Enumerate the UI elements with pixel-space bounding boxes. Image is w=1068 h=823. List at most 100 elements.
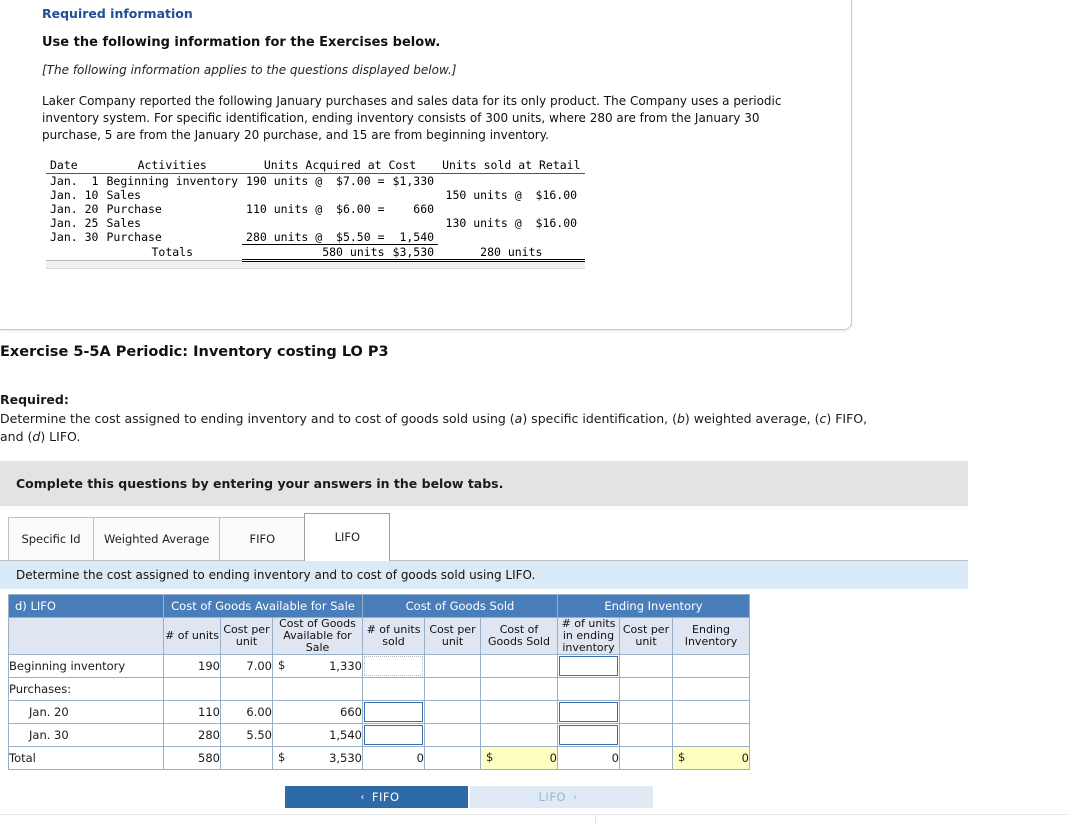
- cell-cogafs-total: $3,530: [272, 746, 363, 770]
- cell-cogs[interactable]: [480, 700, 558, 724]
- input-box[interactable]: [559, 702, 618, 722]
- cell-units-sold-total: 0: [362, 746, 425, 770]
- cell-ei-cost-per-unit[interactable]: [619, 700, 673, 724]
- input-box[interactable]: [364, 725, 423, 745]
- cell-cogafs: $1,330: [272, 654, 363, 678]
- next-lifo-label: LIFO: [538, 790, 566, 804]
- cell-cogs[interactable]: [480, 723, 558, 747]
- row-cost: 1,540: [388, 230, 439, 245]
- instruction-bar-text: Complete this questions by entering your…: [16, 476, 504, 491]
- cell-ei-total[interactable]: [672, 654, 750, 678]
- cell-cost-per-unit: 5.50: [220, 723, 273, 747]
- prev-fifo-label: FIFO: [371, 790, 400, 804]
- input-box[interactable]: [559, 725, 618, 745]
- sub-header-cogs: Cost of Goods Sold: [480, 617, 558, 655]
- row-acquired: 190 units @ $7.00 =: [246, 174, 385, 188]
- row-date: Jan. 10: [50, 188, 99, 202]
- cell-ei-total: [672, 677, 750, 701]
- input-ei-units-jan-20[interactable]: [557, 700, 620, 724]
- group-header-ending-inventory: Ending Inventory: [557, 594, 750, 618]
- table-row: Beginning inventory 190 7.00 $1,330: [8, 654, 750, 678]
- row-date: Jan. 25: [50, 216, 99, 230]
- cell-cogafs: 1,540: [272, 723, 363, 747]
- table-totals-row: Totals 580 units $3,530 280 units: [46, 244, 585, 262]
- input-ei-units-beginning[interactable]: [557, 654, 620, 678]
- table-row: Jan. 20 Purchase 110 units @ $6.00 = 660: [46, 202, 585, 216]
- required-text-part5: ) LIFO.: [40, 429, 81, 444]
- row-date: Jan. 20: [50, 202, 99, 216]
- cell-cogs[interactable]: [480, 654, 558, 678]
- required-text-part2: ) specific identification, (: [522, 411, 677, 426]
- cell-cogafs-total-value: 3,530: [329, 751, 362, 765]
- cell-cogs-cost-per-unit[interactable]: [424, 700, 481, 724]
- grid-corner-label: d) LIFO: [8, 594, 164, 618]
- tab-fifo-label: FIFO: [249, 532, 276, 546]
- cell-cogs-cost-per-unit: [424, 677, 481, 701]
- cell-ei-total[interactable]: [672, 700, 750, 724]
- chevron-left-icon: ‹: [360, 791, 365, 803]
- cell-ei-total-value: 0: [741, 751, 749, 765]
- input-units-sold-beginning[interactable]: [362, 654, 425, 678]
- sub-header-ei-total: Ending Inventory: [672, 617, 750, 655]
- prev-fifo-button[interactable]: ‹ FIFO: [285, 786, 468, 808]
- cell-cogs-cost-per-unit[interactable]: [424, 654, 481, 678]
- header-activities: Activities: [102, 158, 243, 174]
- table-row: Purchases:: [8, 677, 750, 701]
- table-row: Jan. 10 Sales 150 units @ $16.00: [46, 188, 585, 202]
- cell-units: 190: [163, 654, 221, 678]
- input-units-sold-jan-30[interactable]: [362, 723, 425, 747]
- row-label-beginning-inventory: Beginning inventory: [8, 654, 164, 678]
- row-cost: $3,530: [388, 244, 439, 262]
- tab-weighted-average-label: Weighted Average: [104, 532, 210, 546]
- input-box[interactable]: [364, 702, 423, 722]
- table-bottom-rule: [46, 260, 585, 269]
- row-activity: Purchase: [106, 202, 162, 216]
- row-cost: 660: [413, 202, 435, 216]
- cell-ei-cost-per-unit[interactable]: [619, 654, 673, 678]
- header-units-acquired: Units Acquired at Cost: [242, 158, 439, 174]
- cell-cogs: [480, 677, 558, 701]
- sub-header-units: # of units: [163, 617, 221, 655]
- table-row: Jan. 30 Purchase 280 units @ $5.50 = 1,5…: [46, 230, 585, 245]
- cell-cogs-total-value: 0: [549, 751, 557, 765]
- cell-units: 280: [163, 723, 221, 747]
- cell-cost-per-unit-total: [220, 746, 273, 770]
- cell-ei-units-total: 0: [557, 746, 620, 770]
- tab-lifo[interactable]: LIFO: [304, 513, 391, 561]
- cell-cost-per-unit: 6.00: [220, 700, 273, 724]
- cell-units-sold: [362, 677, 425, 701]
- row-sold: [438, 230, 584, 245]
- next-lifo-button[interactable]: LIFO ›: [470, 786, 653, 808]
- required-text-part3: ) weighted average, (: [684, 411, 820, 426]
- tab-weighted-average[interactable]: Weighted Average: [93, 517, 221, 561]
- tab-lifo-label: LIFO: [334, 530, 361, 544]
- input-box[interactable]: [559, 656, 618, 676]
- cell-ei-total: $0: [672, 746, 750, 770]
- tab-bar: Specific Id Weighted Average FIFO LIFO: [8, 513, 391, 561]
- group-header-cogafs: Cost of Goods Available for Sale: [163, 594, 363, 618]
- row-sold: [438, 202, 584, 216]
- row-label-purchases: Purchases:: [8, 677, 164, 701]
- page-bottom-divider-secondary: [595, 814, 1068, 823]
- row-label-jan-20: Jan. 20: [8, 700, 164, 724]
- dollar-sign: $: [278, 750, 286, 764]
- tab-specific-id[interactable]: Specific Id: [8, 517, 94, 561]
- tab-fifo[interactable]: FIFO: [219, 517, 306, 561]
- row-acquired: 110 units @ $6.00 =: [246, 202, 385, 216]
- lifo-answer-grid: d) LIFO Cost of Goods Available for Sale…: [8, 594, 750, 770]
- cell-ei-cost-per-unit[interactable]: [619, 723, 673, 747]
- input-units-sold-jan-20[interactable]: [362, 700, 425, 724]
- cell-cogafs: [272, 677, 363, 701]
- row-activity: Purchase: [106, 230, 162, 245]
- cell-ei-total[interactable]: [672, 723, 750, 747]
- input-ei-units-jan-30[interactable]: [557, 723, 620, 747]
- input-box[interactable]: [364, 656, 423, 676]
- row-label-jan-30: Jan. 30: [8, 723, 164, 747]
- header-date: Date: [46, 158, 103, 174]
- table-row: Jan. 25 Sales 130 units @ $16.00: [46, 216, 585, 230]
- tab-navigation: ‹ FIFO LIFO ›: [285, 786, 653, 808]
- cell-cogs-cost-per-unit[interactable]: [424, 723, 481, 747]
- row-cost: [389, 216, 439, 230]
- table-header-row: Date Activities Units Acquired at Cost U…: [46, 158, 585, 174]
- sub-header-cogafs: Cost of Goods Available for Sale: [272, 617, 363, 655]
